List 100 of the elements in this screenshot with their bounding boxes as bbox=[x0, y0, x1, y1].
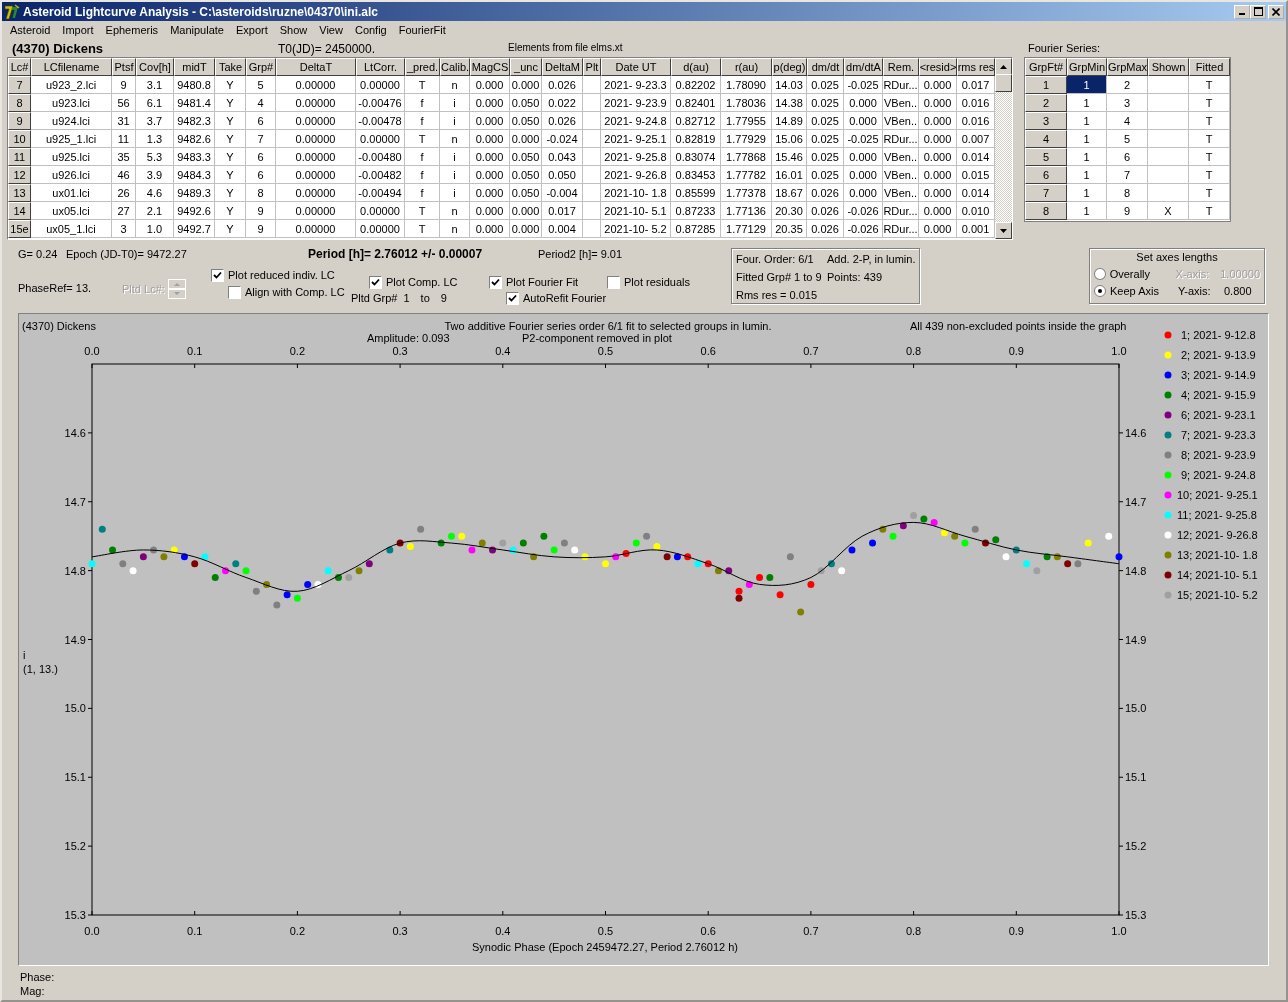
table-cell[interactable]: 1 bbox=[1067, 76, 1107, 94]
row-header[interactable]: 11 bbox=[8, 148, 31, 166]
column-header[interactable]: GrpMin bbox=[1067, 58, 1107, 76]
row-header[interactable]: 15e bbox=[8, 220, 31, 238]
row-header[interactable]: 12 bbox=[8, 166, 31, 184]
table-cell: 5 bbox=[1107, 130, 1148, 148]
row-header[interactable]: 7 bbox=[1025, 184, 1067, 202]
table-cell[interactable]: 1 bbox=[1067, 130, 1107, 148]
menu-item[interactable]: Ephemeris bbox=[99, 24, 165, 36]
scroll-thumb[interactable] bbox=[995, 74, 1012, 92]
column-header[interactable]: Ptsf bbox=[112, 58, 136, 76]
table-cell bbox=[583, 94, 601, 112]
menu-item[interactable]: Manipulate bbox=[164, 24, 230, 36]
scrollbar[interactable] bbox=[995, 58, 1012, 239]
column-header[interactable]: Lc# bbox=[8, 58, 31, 76]
checkbox[interactable] bbox=[228, 285, 241, 299]
menu-item[interactable]: Import bbox=[56, 24, 100, 36]
table-cell: 0.050 bbox=[510, 148, 542, 166]
minimize-button[interactable] bbox=[1234, 4, 1250, 19]
column-header[interactable]: midT bbox=[174, 58, 215, 76]
row-header[interactable]: 13 bbox=[8, 184, 31, 202]
table-cell: 9 bbox=[112, 76, 136, 94]
column-header[interactable]: d(au) bbox=[671, 58, 721, 76]
checkbox[interactable] bbox=[211, 268, 224, 282]
table-cell[interactable]: 1 bbox=[1067, 112, 1107, 130]
column-header[interactable]: Shown bbox=[1148, 58, 1189, 76]
column-header[interactable]: Plt bbox=[583, 58, 601, 76]
row-header[interactable]: 3 bbox=[1025, 112, 1067, 130]
column-header[interactable]: dm/dt bbox=[807, 58, 844, 76]
table-cell: 3 bbox=[1107, 94, 1148, 112]
column-header[interactable]: MagCS bbox=[470, 58, 510, 76]
row-header[interactable]: 14 bbox=[8, 202, 31, 220]
column-header[interactable]: DeltaT bbox=[276, 58, 356, 76]
table-cell: 9484.3 bbox=[174, 166, 215, 184]
table-cell: 0.010 bbox=[957, 202, 995, 220]
table-cell: 0.026 bbox=[542, 112, 583, 130]
column-header[interactable]: <resid> bbox=[919, 58, 957, 76]
row-header[interactable]: 6 bbox=[1025, 166, 1067, 184]
menu-item[interactable]: FourierFit bbox=[392, 24, 452, 36]
column-header[interactable]: rms res bbox=[957, 58, 995, 76]
menu-item[interactable]: View bbox=[313, 24, 349, 36]
column-header[interactable]: r(au) bbox=[721, 58, 772, 76]
column-header[interactable]: _unc bbox=[510, 58, 542, 76]
row-header[interactable]: 1 bbox=[1025, 76, 1067, 94]
column-header[interactable]: GrpMax bbox=[1107, 58, 1148, 76]
scroll-down-button[interactable] bbox=[995, 222, 1012, 239]
menu-item[interactable]: Config bbox=[348, 24, 393, 36]
table-cell[interactable]: 1 bbox=[1067, 202, 1107, 220]
column-header[interactable]: Calib. bbox=[440, 58, 470, 76]
radio-button[interactable] bbox=[1094, 267, 1106, 280]
table-cell: u923.lci bbox=[31, 94, 112, 112]
column-header[interactable]: p(deg) bbox=[772, 58, 807, 76]
data-point bbox=[489, 546, 497, 554]
data-point bbox=[139, 553, 147, 561]
column-header[interactable]: Rem. bbox=[883, 58, 919, 76]
data-point bbox=[170, 546, 178, 554]
checkbox-label: Align with Comp. LC bbox=[245, 286, 345, 298]
minimize-icon bbox=[1239, 13, 1245, 15]
table-cell[interactable]: 1 bbox=[1067, 148, 1107, 166]
column-header[interactable]: DeltaM bbox=[542, 58, 583, 76]
tick-label: 0.1 bbox=[187, 925, 203, 937]
table-cell: VBen.. bbox=[883, 184, 919, 202]
down-arrow-icon bbox=[1000, 228, 1007, 233]
spin-button[interactable] bbox=[167, 279, 186, 299]
column-header[interactable]: Date UT bbox=[601, 58, 671, 76]
row-header[interactable]: 9 bbox=[8, 112, 31, 130]
row-header[interactable]: 8 bbox=[1025, 202, 1067, 220]
checkbox[interactable] bbox=[489, 275, 502, 289]
row-header[interactable]: 10 bbox=[8, 130, 31, 148]
row-header[interactable]: 2 bbox=[1025, 94, 1067, 112]
checkbox[interactable] bbox=[369, 275, 382, 289]
checkbox[interactable] bbox=[607, 275, 620, 289]
table-cell[interactable]: 1 bbox=[1067, 94, 1107, 112]
column-header[interactable]: Cov[h] bbox=[136, 58, 174, 76]
row-header[interactable]: 8 bbox=[8, 94, 31, 112]
column-header[interactable]: Fitted bbox=[1189, 58, 1230, 76]
menu-item[interactable]: Show bbox=[273, 24, 314, 36]
checkbox[interactable] bbox=[506, 291, 519, 305]
table-cell: 0.050 bbox=[542, 166, 583, 184]
column-header[interactable]: dm/dtA bbox=[844, 58, 883, 76]
row-header[interactable]: 7 bbox=[8, 76, 31, 94]
table-cell: 3 bbox=[112, 220, 136, 238]
column-header[interactable]: Grp# bbox=[246, 58, 276, 76]
table-cell[interactable]: 1 bbox=[1067, 166, 1107, 184]
row-header[interactable]: 5 bbox=[1025, 148, 1067, 166]
column-header[interactable]: Take bbox=[215, 58, 246, 76]
maximize-button[interactable] bbox=[1250, 4, 1266, 19]
column-header[interactable]: GrpFt# bbox=[1025, 58, 1067, 76]
menu-item[interactable]: Export bbox=[229, 24, 274, 36]
table-cell: 7 bbox=[1107, 166, 1148, 184]
row-header[interactable]: 4 bbox=[1025, 130, 1067, 148]
table-cell: 0.00000 bbox=[276, 202, 356, 220]
table-cell[interactable]: 1 bbox=[1067, 184, 1107, 202]
data-point bbox=[1084, 539, 1092, 547]
radio-button[interactable] bbox=[1094, 284, 1106, 297]
column-header[interactable]: LtCorr. bbox=[356, 58, 405, 76]
close-button[interactable] bbox=[1268, 4, 1284, 19]
column-header[interactable]: LCfilename bbox=[31, 58, 112, 76]
column-header[interactable]: _pred. bbox=[405, 58, 440, 76]
menu-item[interactable]: Asteroid bbox=[4, 24, 57, 36]
